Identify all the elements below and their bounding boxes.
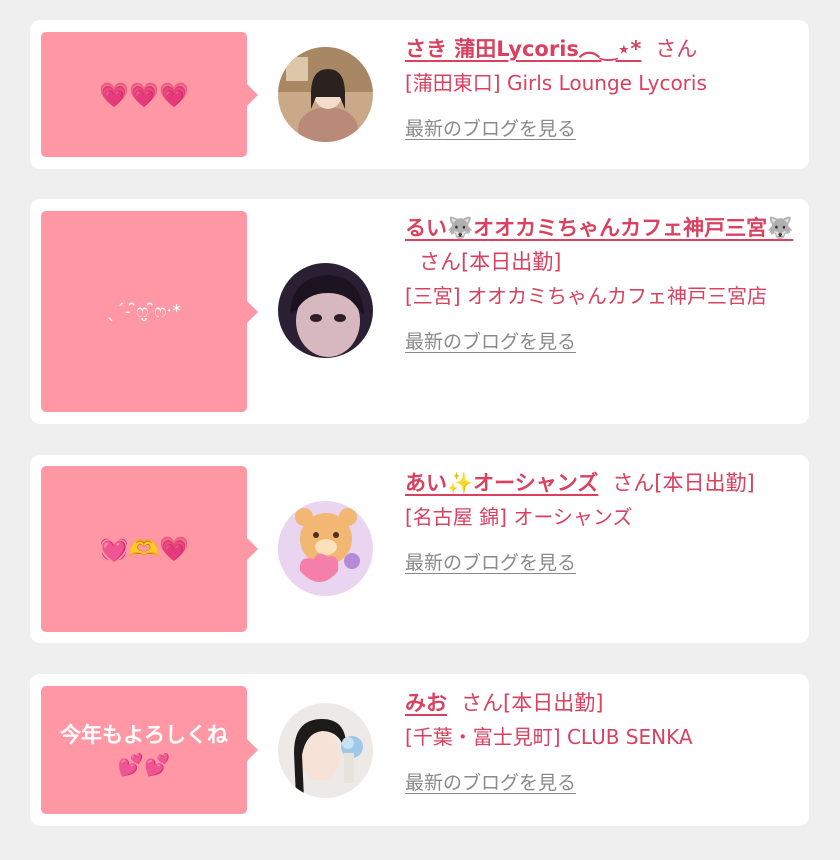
avatar-photo — [278, 501, 373, 596]
name-line: みお さん[本日出勤] — [405, 686, 803, 720]
message-text: ˎˊ˗ ̑̑ෆ̤̮ ̑̑ෆ‧* — [106, 300, 182, 322]
shop-name: [三宮] オオカミちゃんカフェ神戸三宮店 — [405, 284, 767, 308]
cast-card: 💓🫶💗 あい✨オーシャンズ さん[本日出勤] [名古屋 錦] オーシャンズ 最新の… — [30, 455, 809, 643]
avatar[interactable] — [278, 703, 373, 798]
shop-name: [蒲田東口] Girls Lounge Lycoris — [405, 71, 707, 95]
cast-info: さき 蒲田Lycoris︵‿⋆* さん [蒲田東口] Girls Lounge L… — [405, 32, 803, 141]
name-line: るい🐺オオカミちゃんカフェ神戸三宮🐺 さん[本日出勤] — [405, 211, 803, 279]
cast-name-link[interactable]: みお — [405, 691, 447, 715]
avatar-photo — [278, 47, 373, 142]
message-text: 💗💗💗 — [99, 80, 189, 109]
name-suffix: さん[本日出勤] — [419, 250, 562, 274]
cast-info: あい✨オーシャンズ さん[本日出勤] [名古屋 錦] オーシャンズ 最新のブログを… — [405, 466, 803, 575]
message-bubble: ˎˊ˗ ̑̑ෆ̤̮ ̑̑ෆ‧* — [41, 211, 258, 412]
name-suffix: さん — [655, 37, 698, 61]
avatar[interactable] — [278, 263, 373, 358]
cast-card: 💗💗💗 さき 蒲田Lycoris︵‿⋆* さん [蒲田東口] Girls Loun… — [30, 20, 809, 169]
cast-card: ˎˊ˗ ̑̑ෆ̤̮ ̑̑ෆ‧* るい🐺オオカミちゃんカフェ神戸三宮🐺 さん[本日出… — [30, 199, 809, 424]
avatar-photo — [278, 263, 373, 358]
cast-info: みお さん[本日出勤] [千葉・富士見町] CLUB SENKA 最新のブログを見… — [405, 686, 803, 795]
message-bubble: 今年もよろしくね 💕💕 — [41, 686, 258, 814]
latest-blog-link[interactable]: 最新のブログを見る — [405, 768, 576, 795]
latest-blog-link[interactable]: 最新のブログを見る — [405, 327, 576, 354]
shop-name: [名古屋 錦] オーシャンズ — [405, 505, 633, 529]
cast-name-link[interactable]: あい✨オーシャンズ — [405, 471, 598, 495]
cast-name-link[interactable]: さき 蒲田Lycoris︵‿⋆* — [405, 37, 641, 61]
avatar[interactable] — [278, 47, 373, 142]
name-line: あい✨オーシャンズ さん[本日出勤] — [405, 466, 803, 500]
avatar-photo — [278, 703, 373, 798]
avatar[interactable] — [278, 501, 373, 596]
cast-info: るい🐺オオカミちゃんカフェ神戸三宮🐺 さん[本日出勤] [三宮] オオカミちゃんカ… — [405, 211, 803, 354]
latest-blog-link[interactable]: 最新のブログを見る — [405, 114, 576, 141]
message-bubble: 💗💗💗 — [41, 32, 258, 157]
message-bubble: 💓🫶💗 — [41, 466, 258, 632]
message-text: 💓🫶💗 — [99, 535, 189, 563]
name-suffix: さん[本日出勤] — [612, 471, 755, 495]
cast-message-list: 💗💗💗 さき 蒲田Lycoris︵‿⋆* さん [蒲田東口] Girls Loun… — [0, 0, 840, 860]
message-text: 今年もよろしくね 💕💕 — [60, 723, 228, 777]
cast-card: 今年もよろしくね 💕💕 みお さん[本日出勤] [千葉・富士見町] CLUB SE… — [30, 674, 809, 826]
cast-name-link[interactable]: るい🐺オオカミちゃんカフェ神戸三宮🐺 — [405, 216, 793, 240]
name-line: さき 蒲田Lycoris︵‿⋆* さん — [405, 32, 803, 66]
latest-blog-link[interactable]: 最新のブログを見る — [405, 548, 576, 575]
name-suffix: さん[本日出勤] — [461, 691, 604, 715]
shop-name: [千葉・富士見町] CLUB SENKA — [405, 725, 693, 749]
